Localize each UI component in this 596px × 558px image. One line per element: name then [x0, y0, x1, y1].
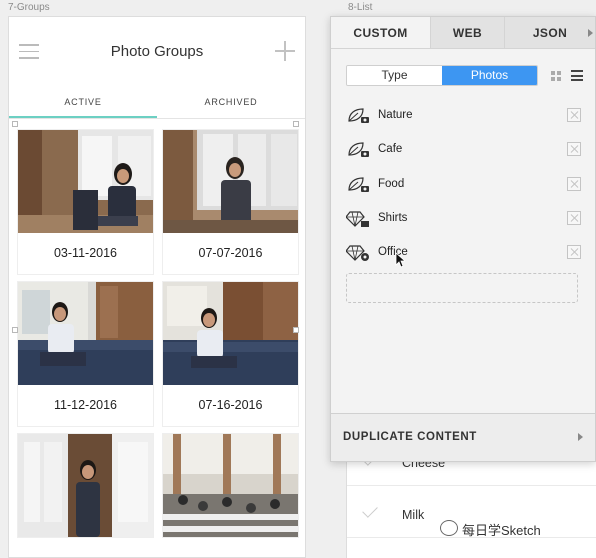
- content-item-shirts[interactable]: Shirts: [345, 208, 581, 230]
- selection-handle[interactable]: [293, 327, 299, 333]
- leaf-camera-icon: [346, 141, 370, 159]
- diamond-folder-icon: [345, 210, 370, 228]
- grid-view-icon[interactable]: [551, 71, 561, 81]
- content-item-nature[interactable]: Nature: [346, 105, 581, 127]
- segment-type[interactable]: Type: [347, 66, 442, 85]
- add-icon[interactable]: [275, 41, 295, 61]
- remove-item-button[interactable]: [567, 245, 581, 259]
- photo-card[interactable]: [162, 433, 299, 538]
- page-title: Photo Groups: [110, 43, 204, 60]
- tab-active[interactable]: ACTIVE: [9, 89, 157, 118]
- photo-card[interactable]: [17, 433, 154, 538]
- content-item-label: Nature: [378, 109, 413, 121]
- duplicate-content-bar[interactable]: DUPLICATE CONTENT: [331, 413, 595, 461]
- artboard-label-groups: 7-Groups: [8, 2, 50, 13]
- tab-web[interactable]: WEB: [431, 17, 505, 48]
- leaf-camera-icon: [346, 107, 370, 125]
- content-item-cafe[interactable]: Cafe: [346, 139, 581, 161]
- tab-json[interactable]: JSON: [505, 17, 595, 48]
- photo-card[interactable]: 03-11-2016: [17, 129, 154, 275]
- chevron-right-icon: [578, 433, 583, 441]
- remove-item-button[interactable]: [567, 108, 581, 122]
- selection-handle[interactable]: [12, 327, 18, 333]
- photo-grid: 03-11-2016 07-07-2016 11-12-2016 07-16-2…: [9, 119, 305, 538]
- photo-woman-on-sofa: [18, 282, 153, 385]
- photo-card[interactable]: 11-12-2016: [17, 281, 154, 427]
- photo-card[interactable]: 07-16-2016: [162, 281, 299, 427]
- panel-tabs: CUSTOM WEB JSON: [331, 17, 595, 49]
- content-item-label: Food: [378, 178, 405, 190]
- tab-custom[interactable]: CUSTOM: [331, 17, 431, 48]
- photo-woman-by-window: [163, 130, 298, 233]
- type-photos-toggle: Type Photos: [346, 65, 538, 86]
- content-item-label: Cafe: [378, 143, 403, 155]
- photo-woman-on-sofa-brick: [163, 282, 298, 385]
- add-item-dropzone[interactable]: [346, 273, 578, 303]
- content-item-office[interactable]: Office: [345, 242, 581, 264]
- remove-item-button[interactable]: [567, 211, 581, 225]
- groups-artboard: Photo Groups ACTIVE ARCHIVED 03-11-2016 …: [8, 16, 306, 558]
- card-date: 07-07-2016: [198, 246, 263, 260]
- photo-card[interactable]: 07-07-2016: [162, 129, 299, 275]
- chevron-right-icon: [588, 29, 593, 37]
- content-plugin-panel: CUSTOM WEB JSON Type Photos Nature Cafe …: [330, 16, 596, 462]
- tab-archived[interactable]: ARCHIVED: [157, 89, 305, 118]
- diamond-sync-icon: [345, 244, 370, 262]
- nav-bar: Photo Groups: [9, 17, 305, 89]
- tab-json-label: JSON: [532, 26, 568, 40]
- remove-item-button[interactable]: [567, 177, 581, 191]
- mouse-cursor-icon: [395, 252, 405, 268]
- photo-woman-standing-window: [18, 434, 153, 537]
- artboard-label-list: 8-List: [348, 2, 373, 13]
- segment-photos[interactable]: Photos: [442, 66, 537, 85]
- card-date: 11-12-2016: [53, 398, 117, 412]
- leaf-camera-icon: [346, 176, 370, 194]
- duplicate-content-label: DUPLICATE CONTENT: [343, 431, 477, 443]
- selection-handle[interactable]: [12, 121, 18, 127]
- selection-handle[interactable]: [293, 121, 299, 127]
- group-tabs: ACTIVE ARCHIVED: [9, 89, 305, 119]
- content-item-food[interactable]: Food: [346, 174, 581, 196]
- list-view-icon[interactable]: [571, 70, 583, 81]
- photo-open-office: [163, 434, 298, 537]
- check-icon: [362, 502, 378, 518]
- card-date: 03-11-2016: [53, 246, 117, 260]
- card-date: 07-16-2016: [198, 398, 263, 412]
- content-item-label: Shirts: [378, 212, 408, 224]
- list-row-label: Milk: [402, 508, 425, 522]
- wechat-logo-icon: [440, 520, 458, 536]
- remove-item-button[interactable]: [567, 142, 581, 156]
- photo-woman-on-chair-loft: [18, 130, 153, 233]
- watermark-text: 每日学Sketch: [462, 523, 541, 538]
